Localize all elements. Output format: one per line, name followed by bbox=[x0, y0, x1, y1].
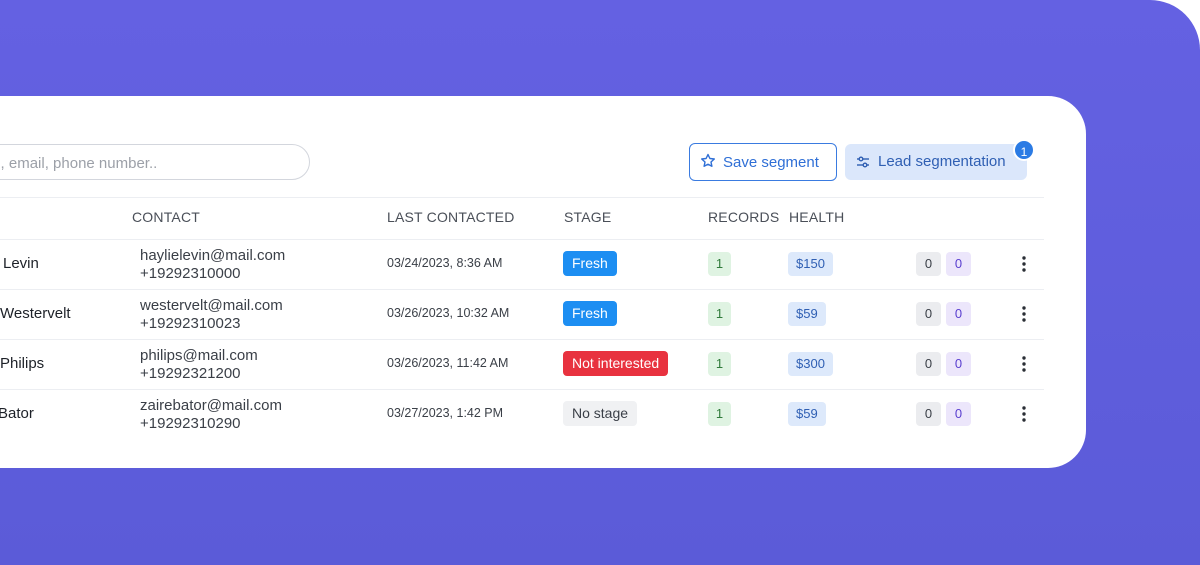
header-divider bbox=[0, 197, 1044, 198]
count-badge-purple: 0 bbox=[946, 352, 971, 376]
more-options-icon[interactable] bbox=[1016, 254, 1032, 274]
more-options-icon[interactable] bbox=[1016, 354, 1032, 374]
column-header-records[interactable]: RECORDS bbox=[708, 209, 779, 225]
records-count: 1 bbox=[708, 252, 731, 276]
contact-email: philips@mail.com bbox=[140, 347, 258, 364]
table-row[interactable]: Westervelt westervelt@mail.com +19292310… bbox=[0, 289, 1044, 338]
table-row[interactable]: Levin haylielevin@mail.com +19292310000 … bbox=[0, 239, 1044, 288]
search-input[interactable]: ch by name, email, phone number.. bbox=[0, 144, 310, 180]
count-badge-purple: 0 bbox=[946, 252, 971, 276]
lead-segmentation-count-badge: 1 bbox=[1013, 139, 1035, 161]
count-badge-gray: 0 bbox=[916, 352, 941, 376]
stage-badge[interactable]: Fresh bbox=[563, 251, 617, 276]
contact-email: westervelt@mail.com bbox=[140, 297, 283, 314]
contact-name[interactable]: Philips bbox=[0, 355, 44, 372]
stage-badge[interactable]: No stage bbox=[563, 401, 638, 426]
health-value: $59 bbox=[788, 402, 826, 426]
records-count: 1 bbox=[708, 402, 731, 426]
contact-name[interactable]: Levin bbox=[3, 255, 39, 272]
health-value: $59 bbox=[788, 302, 826, 326]
table-row[interactable]: Philips philips@mail.com +19292321200 03… bbox=[0, 339, 1044, 388]
records-count: 1 bbox=[708, 352, 731, 376]
last-contacted: 03/26/2023, 10:32 AM bbox=[387, 306, 510, 320]
contacts-panel: ch by name, email, phone number.. Save s… bbox=[0, 96, 1086, 468]
records-count: 1 bbox=[708, 302, 731, 326]
table-row[interactable]: Bator zairebator@mail.com +19292310290 0… bbox=[0, 389, 1044, 438]
contact-phone: +19292321200 bbox=[140, 365, 241, 382]
star-icon bbox=[701, 153, 715, 167]
count-badge-gray: 0 bbox=[916, 402, 941, 426]
contact-phone: +19292310000 bbox=[140, 265, 241, 282]
last-contacted: 03/24/2023, 8:36 AM bbox=[387, 256, 503, 270]
more-options-icon[interactable] bbox=[1016, 304, 1032, 324]
contact-phone: +19292310290 bbox=[140, 415, 241, 432]
health-value: $150 bbox=[788, 252, 833, 276]
lead-segmentation-label: Lead segmentation bbox=[878, 153, 1006, 170]
count-badge-gray: 0 bbox=[916, 302, 941, 326]
column-header-contact[interactable]: CONTACT bbox=[132, 209, 200, 225]
more-options-icon[interactable] bbox=[1016, 404, 1032, 424]
contact-email: haylielevin@mail.com bbox=[140, 247, 286, 264]
sliders-icon bbox=[857, 156, 869, 168]
column-header-health[interactable]: HEALTH bbox=[789, 209, 844, 225]
contact-phone: +19292310023 bbox=[140, 315, 241, 332]
count-badge-gray: 0 bbox=[916, 252, 941, 276]
contact-name[interactable]: Bator bbox=[0, 405, 34, 422]
save-segment-label: Save segment bbox=[723, 154, 819, 171]
contact-name[interactable]: Westervelt bbox=[0, 305, 71, 322]
last-contacted: 03/26/2023, 11:42 AM bbox=[387, 356, 509, 370]
column-header-stage[interactable]: STAGE bbox=[564, 209, 611, 225]
stage-badge[interactable]: Not interested bbox=[563, 351, 669, 376]
contact-email: zairebator@mail.com bbox=[140, 397, 282, 414]
search-placeholder: ch by name, email, phone number.. bbox=[0, 155, 158, 172]
count-badge-purple: 0 bbox=[946, 402, 971, 426]
column-header-last-contacted[interactable]: LAST CONTACTED bbox=[387, 209, 515, 225]
health-value: $300 bbox=[788, 352, 833, 376]
last-contacted: 03/27/2023, 1:42 PM bbox=[387, 406, 504, 420]
save-segment-button[interactable]: Save segment bbox=[689, 143, 837, 181]
count-badge-purple: 0 bbox=[946, 302, 971, 326]
lead-segmentation-button[interactable]: Lead segmentation bbox=[845, 144, 1027, 180]
stage-badge[interactable]: Fresh bbox=[563, 301, 617, 326]
